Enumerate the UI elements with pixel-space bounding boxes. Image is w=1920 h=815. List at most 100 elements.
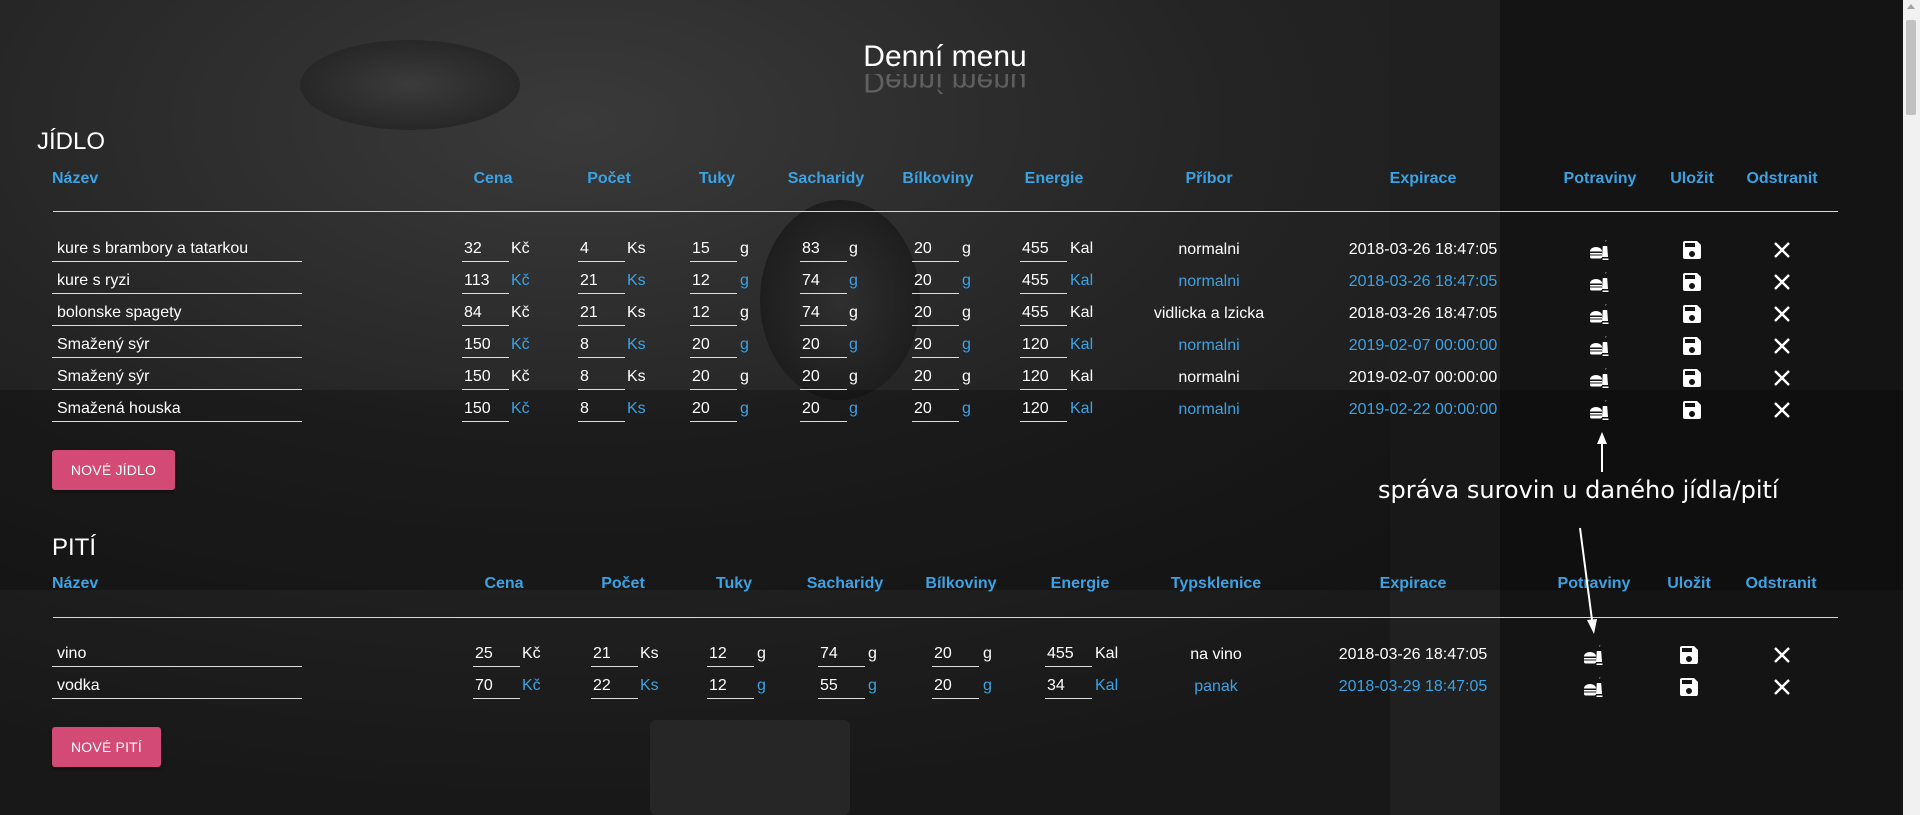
food-icon[interactable] (1582, 675, 1606, 699)
protein-input[interactable]: 20 (912, 336, 959, 358)
column-header-extra[interactable]: Typsklenice (1171, 575, 1261, 593)
protein-input[interactable]: 20 (912, 240, 959, 262)
extra-value[interactable]: normalni (1178, 273, 1239, 291)
name-input[interactable]: Smažený sýr (52, 336, 302, 358)
carbs-input[interactable]: 83 (800, 240, 847, 262)
column-header-name[interactable]: Název (52, 575, 98, 593)
column-header-energy[interactable]: Energie (1025, 170, 1084, 188)
floppy-disk-icon[interactable] (1680, 366, 1704, 390)
extra-value[interactable]: normalni (1178, 401, 1239, 419)
column-header-price[interactable]: Cena (484, 575, 523, 593)
name-input[interactable]: vino (52, 645, 302, 667)
carbs-input[interactable]: 55 (818, 677, 865, 699)
food-icon[interactable] (1588, 238, 1612, 262)
protein-input[interactable]: 20 (912, 304, 959, 326)
energy-input[interactable]: 455 (1020, 240, 1067, 262)
column-header-count[interactable]: Počet (601, 575, 645, 593)
name-input[interactable]: Smažená houska (52, 400, 302, 422)
food-icon[interactable] (1582, 643, 1606, 667)
name-input[interactable]: kure s ryzi (52, 272, 302, 294)
column-header-ingredients[interactable]: Potraviny (1564, 170, 1637, 188)
energy-input[interactable]: 455 (1045, 645, 1092, 667)
expiry-value[interactable]: 2019-02-22 00:00:00 (1349, 401, 1498, 419)
extra-value[interactable]: normalni (1178, 337, 1239, 355)
count-input[interactable]: 21 (578, 272, 625, 294)
close-icon[interactable] (1770, 398, 1794, 422)
column-header-fat[interactable]: Tuky (716, 575, 752, 593)
name-input[interactable]: vodka (52, 677, 302, 699)
count-input[interactable]: 8 (578, 368, 625, 390)
column-header-energy[interactable]: Energie (1051, 575, 1110, 593)
floppy-disk-icon[interactable] (1680, 270, 1704, 294)
close-icon[interactable] (1770, 366, 1794, 390)
expiry-value[interactable]: 2019-02-07 00:00:00 (1349, 337, 1498, 355)
count-input[interactable]: 21 (578, 304, 625, 326)
extra-value[interactable]: normalni (1178, 241, 1239, 259)
price-input[interactable]: 150 (462, 368, 509, 390)
fat-input[interactable]: 12 (707, 677, 754, 699)
price-input[interactable]: 32 (462, 240, 509, 262)
energy-input[interactable]: 455 (1020, 272, 1067, 294)
protein-input[interactable]: 20 (912, 272, 959, 294)
close-icon[interactable] (1770, 675, 1794, 699)
carbs-input[interactable]: 74 (800, 272, 847, 294)
new-drink-button[interactable]: NOVÉ PITÍ (52, 727, 161, 767)
fat-input[interactable]: 20 (690, 336, 737, 358)
protein-input[interactable]: 20 (912, 368, 959, 390)
scrollbar[interactable] (1903, 0, 1920, 815)
count-input[interactable]: 22 (591, 677, 638, 699)
column-header-carbs[interactable]: Sacharidy (788, 170, 864, 188)
fat-input[interactable]: 12 (690, 272, 737, 294)
price-input[interactable]: 150 (462, 400, 509, 422)
food-icon[interactable] (1588, 366, 1612, 390)
extra-value[interactable]: panak (1194, 678, 1238, 696)
floppy-disk-icon[interactable] (1680, 302, 1704, 326)
column-header-carbs[interactable]: Sacharidy (807, 575, 883, 593)
expiry-value[interactable]: 2018-03-26 18:47:05 (1339, 646, 1488, 664)
column-header-protein[interactable]: Bílkoviny (925, 575, 996, 593)
expiry-value[interactable]: 2018-03-26 18:47:05 (1349, 273, 1498, 291)
scroll-up-icon[interactable] (1907, 4, 1915, 9)
column-header-remove[interactable]: Odstranit (1746, 170, 1817, 188)
energy-input[interactable]: 120 (1020, 336, 1067, 358)
column-header-count[interactable]: Počet (587, 170, 631, 188)
food-icon[interactable] (1588, 270, 1612, 294)
count-input[interactable]: 8 (578, 400, 625, 422)
fat-input[interactable]: 20 (690, 400, 737, 422)
protein-input[interactable]: 20 (912, 400, 959, 422)
expiry-value[interactable]: 2019-02-07 00:00:00 (1349, 369, 1498, 387)
expiry-value[interactable]: 2018-03-26 18:47:05 (1349, 241, 1498, 259)
column-header-extra[interactable]: Příbor (1185, 170, 1232, 188)
energy-input[interactable]: 120 (1020, 400, 1067, 422)
protein-input[interactable]: 20 (932, 677, 979, 699)
energy-input[interactable]: 455 (1020, 304, 1067, 326)
column-header-ingredients[interactable]: Potraviny (1558, 575, 1631, 593)
expiry-value[interactable]: 2018-03-29 18:47:05 (1339, 678, 1488, 696)
floppy-disk-icon[interactable] (1680, 398, 1704, 422)
name-input[interactable]: kure s brambory a tatarkou (52, 240, 302, 262)
column-header-fat[interactable]: Tuky (699, 170, 735, 188)
count-input[interactable]: 8 (578, 336, 625, 358)
carbs-input[interactable]: 20 (800, 400, 847, 422)
carbs-input[interactable]: 20 (800, 336, 847, 358)
price-input[interactable]: 150 (462, 336, 509, 358)
fat-input[interactable]: 20 (690, 368, 737, 390)
close-icon[interactable] (1770, 238, 1794, 262)
scrollbar-thumb[interactable] (1906, 20, 1916, 115)
column-header-expiry[interactable]: Expirace (1390, 170, 1457, 188)
count-input[interactable]: 21 (591, 645, 638, 667)
column-header-expiry[interactable]: Expirace (1380, 575, 1447, 593)
column-header-price[interactable]: Cena (473, 170, 512, 188)
name-input[interactable]: Smažený sýr (52, 368, 302, 390)
floppy-disk-icon[interactable] (1677, 643, 1701, 667)
floppy-disk-icon[interactable] (1680, 238, 1704, 262)
energy-input[interactable]: 34 (1045, 677, 1092, 699)
fat-input[interactable]: 12 (690, 304, 737, 326)
food-icon[interactable] (1588, 302, 1612, 326)
floppy-disk-icon[interactable] (1677, 675, 1701, 699)
fat-input[interactable]: 12 (707, 645, 754, 667)
food-icon[interactable] (1588, 398, 1612, 422)
price-input[interactable]: 84 (462, 304, 509, 326)
extra-value[interactable]: na vino (1190, 646, 1242, 664)
protein-input[interactable]: 20 (932, 645, 979, 667)
